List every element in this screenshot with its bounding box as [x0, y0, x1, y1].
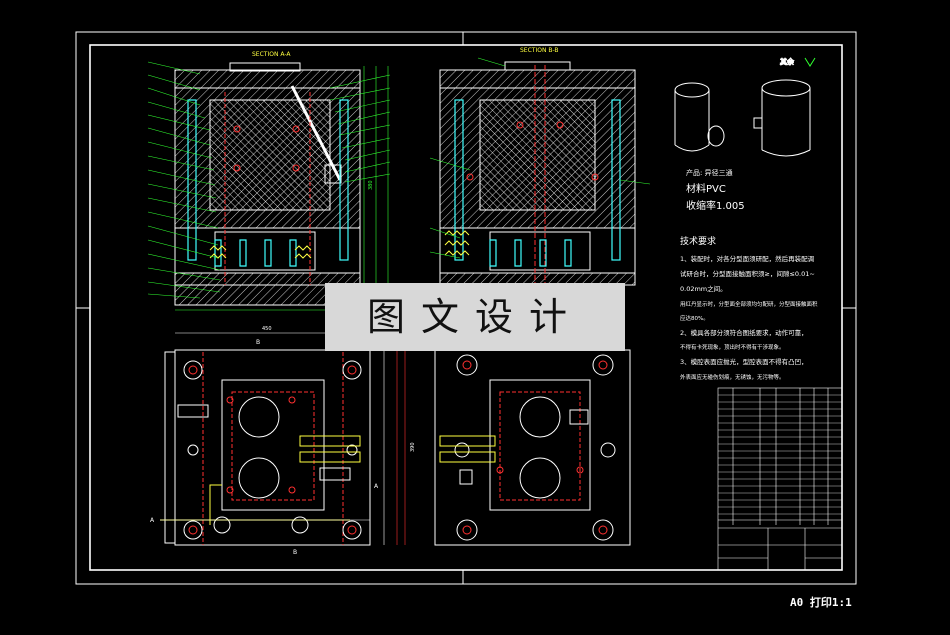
product-sketch: 其余 [674, 57, 816, 157]
tech-line-8: 3、模腔表面应抛光，型腔表面不得有凸凹， [680, 357, 808, 366]
cut-label-a2: A [374, 483, 379, 490]
product-shrinkage: 收缩率1.005 [686, 199, 745, 212]
tech-requirements: 技术要求 1、装配时，对各分型面须研配，然后再装配调 试研合时，分型面接触面积须… [680, 235, 818, 381]
center-dimensions [396, 350, 406, 545]
product-material: 材料PVC [686, 182, 726, 195]
print-scale-label: A0 打印1:1 [790, 596, 852, 609]
product-info: 产品: 异径三通 材料PVC 收缩率1.005 [686, 168, 745, 212]
watermark-banner: 图文设计 [325, 283, 625, 351]
parts-list-rows [718, 394, 842, 515]
product-name: 产品: 异径三通 [686, 168, 733, 177]
tech-line-4: 用红丹显示时，分型面全部须均匀配研，分型面接触面积 [680, 300, 818, 308]
tech-line-1: 1、装配时，对各分型面须研配，然后再装配调 [680, 254, 814, 263]
side-dim-label: 390 [410, 442, 416, 452]
cut-label-b1: B [256, 339, 260, 346]
section-bb-title: SECTION B-B [520, 47, 559, 54]
left-dim-label: 380 [368, 180, 374, 190]
plan-view-right [434, 349, 631, 546]
tech-line-6: 2、模具各部分须符合图纸要求，动作可靠， [680, 328, 808, 337]
roughness-label: 其余 [780, 57, 794, 66]
cut-label-a1: A [150, 517, 155, 524]
tech-line-9: 外表面应无碰伤划痕，无锈蚀，无污物等。 [680, 373, 785, 381]
tech-line-2: 试研合时，分型面接触面积须≥，间隙≤0.01~ [680, 269, 815, 278]
tech-line-3: 0.02mm之间。 [680, 284, 727, 293]
plan-view-left: 450 A A B B [150, 326, 385, 556]
section-aa-view: SECTION A-A 380 [147, 51, 391, 311]
section-aa-title: SECTION A-A [252, 51, 291, 58]
tech-title: 技术要求 [680, 235, 716, 247]
tech-line-5: 应达80%。 [680, 314, 709, 322]
cut-label-b2: B [293, 549, 297, 556]
section-bb-view: SECTION B-B [429, 47, 651, 286]
bottom-width-label: 450 [262, 326, 272, 332]
tech-line-7: 不得有卡死现象，顶出时不得有干涉现象。 [680, 343, 785, 351]
